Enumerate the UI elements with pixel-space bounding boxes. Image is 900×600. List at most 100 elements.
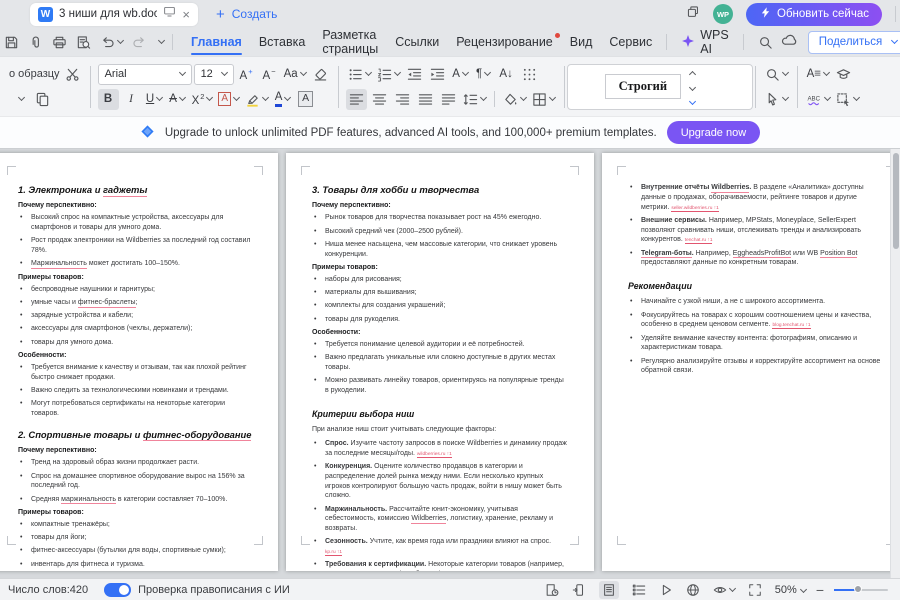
cut-icon[interactable] (62, 64, 83, 85)
document-area[interactable]: 1. Электроника и гаджеты Почему перспекти… (0, 148, 900, 578)
zoom-level[interactable]: 50% (775, 584, 797, 596)
doc-bullet-item: • зарядные устройства и кабели; (20, 312, 134, 320)
text-styles-button[interactable]: А≡ (805, 64, 831, 85)
window-restore-icon[interactable] (686, 5, 700, 24)
paste-icon[interactable] (32, 89, 53, 110)
share-button[interactable]: Поделиться (807, 30, 900, 54)
mobile-view-icon[interactable] (572, 583, 586, 597)
vertical-scrollbar[interactable] (890, 149, 900, 578)
zoom-out-icon[interactable]: − (816, 583, 824, 597)
menu-tab-review[interactable]: Рецензирование (448, 28, 561, 56)
format-painter-dropdown[interactable] (9, 89, 30, 110)
numbered-list-button[interactable] (375, 64, 402, 85)
line-spacing-button[interactable] (461, 89, 488, 110)
decrease-font-size-icon[interactable]: A− (259, 64, 280, 85)
select-button[interactable] (763, 89, 790, 110)
user-avatar[interactable]: WP (713, 4, 734, 24)
menu-tab-home[interactable]: Главная (183, 28, 250, 56)
justify-button[interactable] (415, 89, 436, 110)
spellcheck-label: Проверка правописания с ИИ (138, 583, 290, 596)
font-size-select[interactable]: 12 (193, 63, 234, 85)
decrease-indent-button[interactable] (404, 64, 425, 85)
text-direction-button[interactable]: A (450, 64, 471, 85)
menu-tab-view[interactable]: Вид (562, 28, 601, 56)
spellcheck-toggle[interactable] (104, 582, 132, 597)
fullscreen-icon[interactable] (748, 583, 762, 597)
save-icon[interactable] (4, 35, 19, 50)
print-preview-icon[interactable] (76, 35, 91, 50)
update-now-button[interactable]: Обновить сейчас (746, 2, 882, 26)
cloud-sync-icon[interactable] (781, 32, 797, 53)
page-2[interactable]: 3. Товары для хобби и творчества Почему п… (286, 153, 594, 571)
font-family-select[interactable]: Arial (97, 63, 192, 85)
borders-button[interactable] (530, 89, 557, 110)
print-layout-icon[interactable] (598, 580, 619, 599)
superscript-button[interactable]: X2 (190, 89, 215, 110)
font-color-button[interactable]: A (272, 89, 293, 110)
menu-tab-insert[interactable]: Вставка (251, 28, 313, 56)
pin-document-icon[interactable] (28, 35, 43, 50)
screen-select-button[interactable] (834, 89, 861, 110)
find-replace-button[interactable] (763, 64, 790, 85)
eye-protection-icon[interactable] (713, 583, 736, 597)
page-1[interactable]: 1. Электроника и гаджеты Почему перспекти… (0, 153, 278, 571)
clear-formatting-icon[interactable] (310, 64, 331, 85)
distribute-button[interactable] (438, 89, 459, 110)
increase-font-size-icon[interactable]: A+ (236, 64, 257, 85)
reading-view-icon[interactable] (659, 583, 673, 597)
strikethrough-button[interactable]: A (167, 89, 188, 110)
page-3[interactable]: • Внутренние отчёты Wildberries. В раздел… (602, 153, 900, 571)
style-scroll-down-icon[interactable] (688, 83, 696, 92)
align-center-button[interactable] (369, 89, 390, 110)
learning-tools-button[interactable] (833, 64, 854, 85)
more-commands-icon[interactable] (156, 36, 166, 45)
zoom-slider[interactable] (834, 585, 888, 593)
doc-bullet-item: • товары для рукоделия. (314, 315, 400, 323)
doc-subheading: Рекомендации (628, 281, 692, 292)
scrollbar-thumb[interactable] (893, 153, 899, 249)
menubar-right: Поделиться (781, 30, 900, 54)
shading-color-button[interactable] (501, 89, 528, 110)
style-gallery-expand-icon[interactable] (688, 97, 696, 105)
change-case-icon[interactable]: Aa (282, 64, 308, 85)
print-icon[interactable] (52, 35, 67, 50)
zoom-slider-handle[interactable] (854, 585, 862, 593)
menu-tab-wps-ai[interactable]: WPS AI (673, 28, 736, 56)
toolbar-group-find (758, 64, 795, 110)
style-gallery[interactable]: Строгий (566, 63, 753, 110)
character-shading-button[interactable]: A (216, 89, 241, 110)
zoom-dropdown-chevron[interactable] (799, 585, 807, 594)
outline-view-icon[interactable] (632, 583, 646, 597)
close-tab-icon[interactable]: × (182, 8, 190, 21)
spell-check-button[interactable]: ABC (805, 89, 832, 110)
upgrade-now-button[interactable]: Upgrade now (666, 121, 761, 144)
show-grid-button[interactable] (519, 64, 540, 85)
search-icon[interactable] (750, 28, 781, 56)
character-border-button[interactable]: A (295, 89, 316, 110)
redo-icon[interactable] (132, 35, 147, 50)
bullet-list-button[interactable] (346, 64, 373, 85)
highlight-color-button[interactable] (243, 89, 270, 110)
align-left-button[interactable] (345, 88, 367, 110)
new-document-button[interactable]: + Создать (216, 7, 277, 22)
paragraph-mark-button[interactable]: ¶ (473, 64, 494, 85)
document-tab[interactable]: W 3 ниши для wb.docx × (30, 2, 198, 26)
style-item-selected[interactable]: Строгий (604, 74, 682, 99)
align-right-button[interactable] (392, 89, 413, 110)
bold-button[interactable]: B (97, 88, 119, 110)
menu-tab-references[interactable]: Ссылки (387, 28, 447, 56)
italic-button[interactable]: I (121, 89, 142, 110)
underline-button[interactable]: U (144, 89, 165, 110)
increase-indent-button[interactable] (427, 64, 448, 85)
menu-tab-page-layout[interactable]: Разметка страницы (314, 28, 386, 56)
style-scroll-up-icon[interactable] (688, 70, 696, 78)
doc-bullet-item: • аксессуары для смартфонов (чехлы, держа… (20, 325, 193, 333)
undo-icon[interactable] (100, 35, 125, 50)
monitor-icon[interactable] (163, 5, 176, 23)
web-layout-icon[interactable] (686, 583, 700, 597)
doc-bullet-item: • инвентарь для фитнеса и туризма. (20, 560, 145, 568)
menu-tab-tools[interactable]: Сервис (601, 28, 660, 56)
titlebar: W 3 ниши для wb.docx × + Создать WP Обно… (0, 0, 900, 28)
page-history-icon[interactable] (545, 583, 559, 597)
sort-button[interactable]: А↓ (496, 64, 517, 85)
